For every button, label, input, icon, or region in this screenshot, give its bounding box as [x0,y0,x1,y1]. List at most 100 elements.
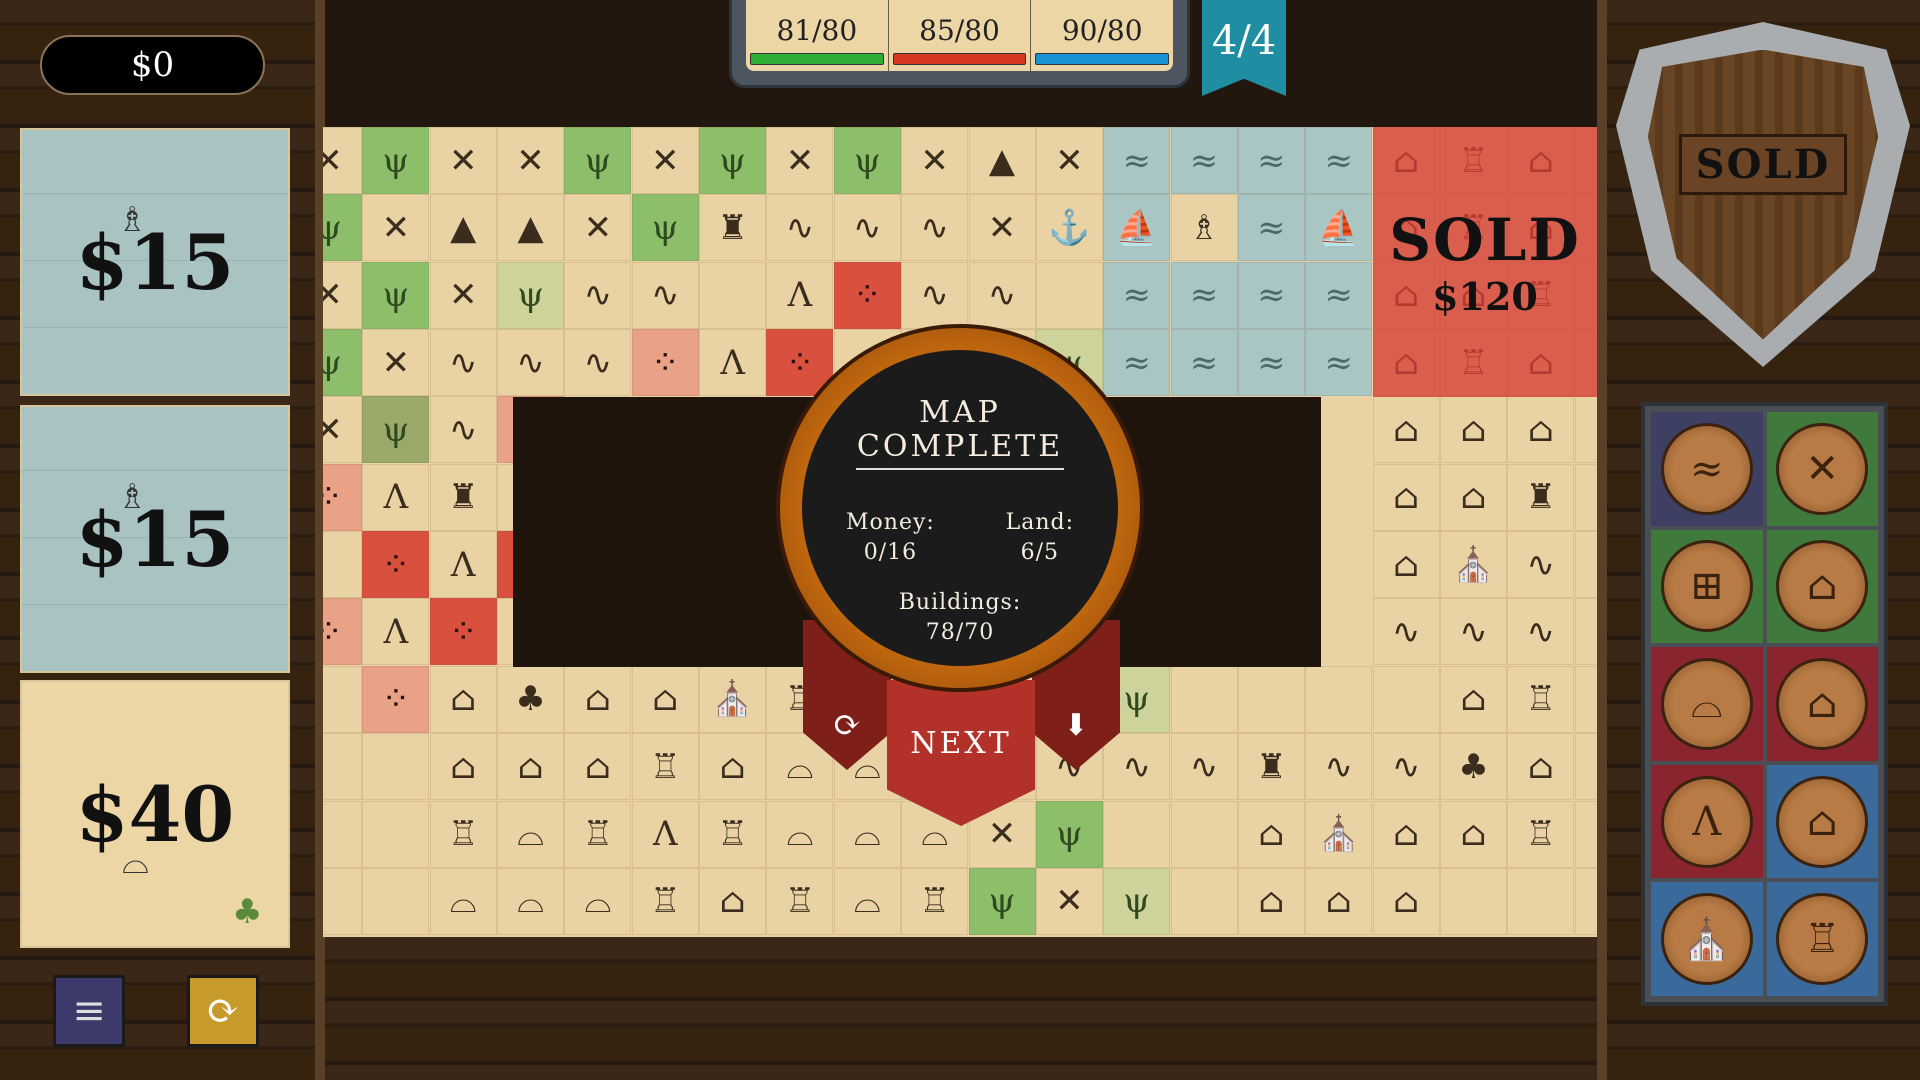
tent-icon: Λ [1660,775,1753,868]
tile-windmill: ✕ [968,194,1036,262]
tile-road: ∿ [1507,531,1575,599]
tile-empty [1574,665,1597,733]
tile-windmill: ✕ [901,127,969,194]
score-label: 90/80 [1061,14,1143,47]
money-display: $0 [40,35,265,95]
tile-church: ⛪ [1305,800,1373,868]
tile-empty [1574,867,1597,935]
tile-castle: ♜ [1237,733,1305,801]
tile-house: ⌂ [564,733,632,801]
filter-mine[interactable]: ⌓ [1651,647,1763,761]
tile-house: ⌂ [1372,463,1440,531]
download-icon: ⬇ [1063,707,1089,743]
title-underline [856,468,1064,470]
card-price: $15 [75,494,235,584]
tile-house: ⌂ [1439,396,1507,464]
tile-ship: ⛵ [1305,194,1373,262]
stack-button[interactable]: ≡ [53,975,125,1047]
score-red: 85/80 [889,0,1032,71]
tile-empty [362,867,430,935]
tile-grass: ψ [497,261,565,329]
retry-icon: ⟳ [832,705,862,745]
tile-tent: Λ [766,261,834,329]
filter-church[interactable]: ⛪ [1651,882,1763,996]
tile-mountain: ▲ [497,194,565,262]
refresh-button[interactable]: ⟳ [187,975,259,1047]
tile-grass: ψ [564,127,632,194]
tile-house: ⌂ [699,733,767,801]
tile-house: ⌂ [1507,396,1575,464]
tile-windmill: ✕ [362,329,430,397]
tile-road: ∿ [968,261,1036,329]
tile-hut: ⌂ [497,733,565,801]
card-price: $15 [75,217,235,307]
tile-windmill: ✕ [429,127,497,194]
tile-tower: ♖ [901,867,969,935]
land-card[interactable]: $40 ⌓ ♣ [20,680,290,948]
filter-fence[interactable]: ⊞ [1651,529,1763,644]
score-green: 81/80 [746,0,889,71]
filter-windmill[interactable]: ✕ [1766,412,1878,526]
land-value: 6/5 [1020,540,1059,565]
score-label: 85/80 [919,14,1000,47]
tile-road: ∿ [1439,598,1507,666]
divider [1597,0,1607,1080]
tile-hut: ⌂ [1507,733,1575,801]
tile-house: ⌂ [1372,800,1440,868]
tile-windmill: ✕ [1035,867,1103,935]
tile-empty [362,733,430,801]
tile-tent: Λ [699,329,767,397]
tile-house: ⌂ [1372,396,1440,464]
tile-windmill: ✕ [429,261,497,329]
tile-road: ∿ [429,396,497,464]
tile-empty [323,867,362,935]
sold-label: SOLD [1389,205,1581,274]
tile-grass: ψ [362,261,430,329]
stack-icon: ≡ [72,988,106,1034]
sold-price: $120 [1432,273,1538,319]
filter-tower[interactable]: ♖ [1766,882,1878,996]
tile-grass: ψ [323,194,362,262]
tile-mine: ⌓ [497,800,565,868]
tile-mine: ⌓ [564,867,632,935]
tile-road: ∿ [1372,598,1440,666]
sold-region: SOLD $120 [1373,127,1597,397]
land-card[interactable]: ♗ $15 [20,405,290,673]
farm-icon: ⌂ [1776,540,1869,633]
tile-empty [323,733,362,801]
land-card[interactable]: ♗ $15 [20,128,290,396]
tile-windmill: ✕ [631,127,699,194]
tile-church: ⛪ [699,665,767,733]
filter-water[interactable]: ≈ [1651,412,1763,526]
tile-dock: ⚓ [1035,194,1103,262]
tile-empty [1574,531,1597,599]
tile-empty [1170,665,1238,733]
tile-house: ⌂ [699,867,767,935]
tile-empty: ≈ [1305,329,1373,397]
filter-house[interactable]: ⌂ [1766,764,1878,879]
tile-empty: ≈ [1170,127,1238,194]
tile-castle: ♜ [699,194,767,262]
tile-paw: ⁘ [362,531,430,599]
tile-mine: ⌓ [833,800,901,868]
tile-trees: ♣ [497,665,565,733]
church-icon: ⛪ [1660,893,1753,986]
filter-farm[interactable]: ⌂ [1766,529,1878,644]
mine-icon: ⌓ [1660,657,1753,750]
house-icon: ⌂ [1776,775,1869,868]
tile-empty: ≈ [1305,127,1373,194]
tile-tower: ♖ [1507,800,1575,868]
tile-paw: ⁘ [323,463,362,531]
title-line2: COMPLETE [856,429,1064,464]
tile-hut: ⌂ [1439,800,1507,868]
tile-empty [1170,800,1238,868]
tile-empty [1574,733,1597,801]
tile-empty: ≈ [1237,329,1305,397]
tile-castle: ♜ [1507,463,1575,531]
filter-hut[interactable]: ⌂ [1766,647,1878,761]
tile-windmill: ✕ [564,194,632,262]
filter-tent[interactable]: Λ [1651,764,1763,879]
tile-empty: ≈ [1237,127,1305,194]
tower-icon: ♖ [1776,893,1869,986]
tile-hut: ⌂ [564,665,632,733]
